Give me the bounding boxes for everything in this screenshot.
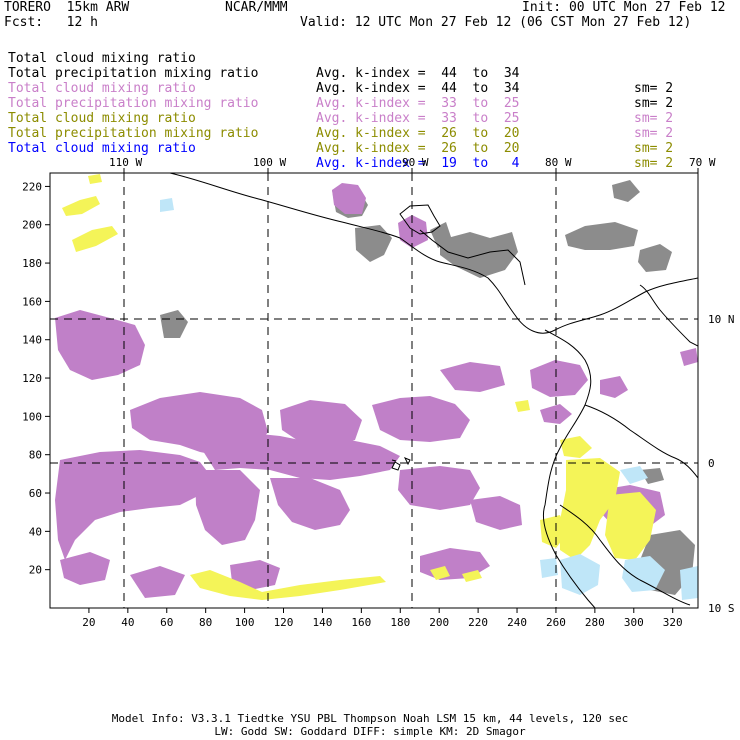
x-tick-label: 220 [468, 616, 488, 629]
x-tick-label: 200 [429, 616, 449, 629]
y-tick-label: 140 [22, 334, 42, 347]
lon-label: 110 W [109, 156, 142, 169]
x-tick-label: 100 [235, 616, 255, 629]
x-tick-label: 260 [546, 616, 566, 629]
x-tick-label: 300 [624, 616, 644, 629]
y-tick-label: 220 [22, 180, 42, 193]
x-tick-label: 180 [390, 616, 410, 629]
x-tick-label: 240 [507, 616, 527, 629]
y-tick-label: 100 [22, 410, 42, 423]
y-tick-label: 40 [29, 525, 42, 538]
cloud-field [55, 173, 698, 608]
x-axis: 20 40 60 80 100 120 140 160 180 200 220 240 260 280 30… [82, 608, 683, 629]
y-tick-label: 20 [29, 564, 42, 577]
x-tick-label: 160 [351, 616, 371, 629]
x-tick-label: 60 [160, 616, 173, 629]
y-axis: 20 40 60 80 100 120 140 160 180 200 220 [22, 180, 50, 577]
x-tick-label: 140 [312, 616, 332, 629]
lat-label: 10 N [708, 313, 735, 326]
lat-label: 10 S [708, 602, 735, 615]
x-tick-label: 320 [663, 616, 683, 629]
x-tick-label: 280 [585, 616, 605, 629]
y-tick-label: 160 [22, 295, 42, 308]
y-tick-label: 120 [22, 372, 42, 385]
y-tick-label: 60 [29, 487, 42, 500]
x-tick-label: 20 [82, 616, 95, 629]
lat-label: 0 [708, 457, 715, 470]
lon-label: 100 W [253, 156, 286, 169]
model-physics: LW: Godd SW: Goddard DIFF: simple KM: 2D… [214, 725, 526, 738]
lon-label: 70 W [689, 156, 716, 169]
x-tick-label: 40 [121, 616, 134, 629]
x-tick-label: 80 [199, 616, 212, 629]
model-info: Model Info: V3.3.1 Tiedtke YSU PBL Thomp… [111, 712, 629, 725]
x-tick-label: 120 [274, 616, 294, 629]
y-tick-label: 200 [22, 219, 42, 232]
lon-label: 80 W [545, 156, 572, 169]
y-tick-label: 80 [29, 449, 42, 462]
lon-label: 90 W [402, 156, 429, 169]
y-tick-label: 180 [22, 257, 42, 270]
map-plot: 110 W 100 W 90 W 80 W 70 W 10 N 0 10 S 2… [22, 156, 735, 629]
